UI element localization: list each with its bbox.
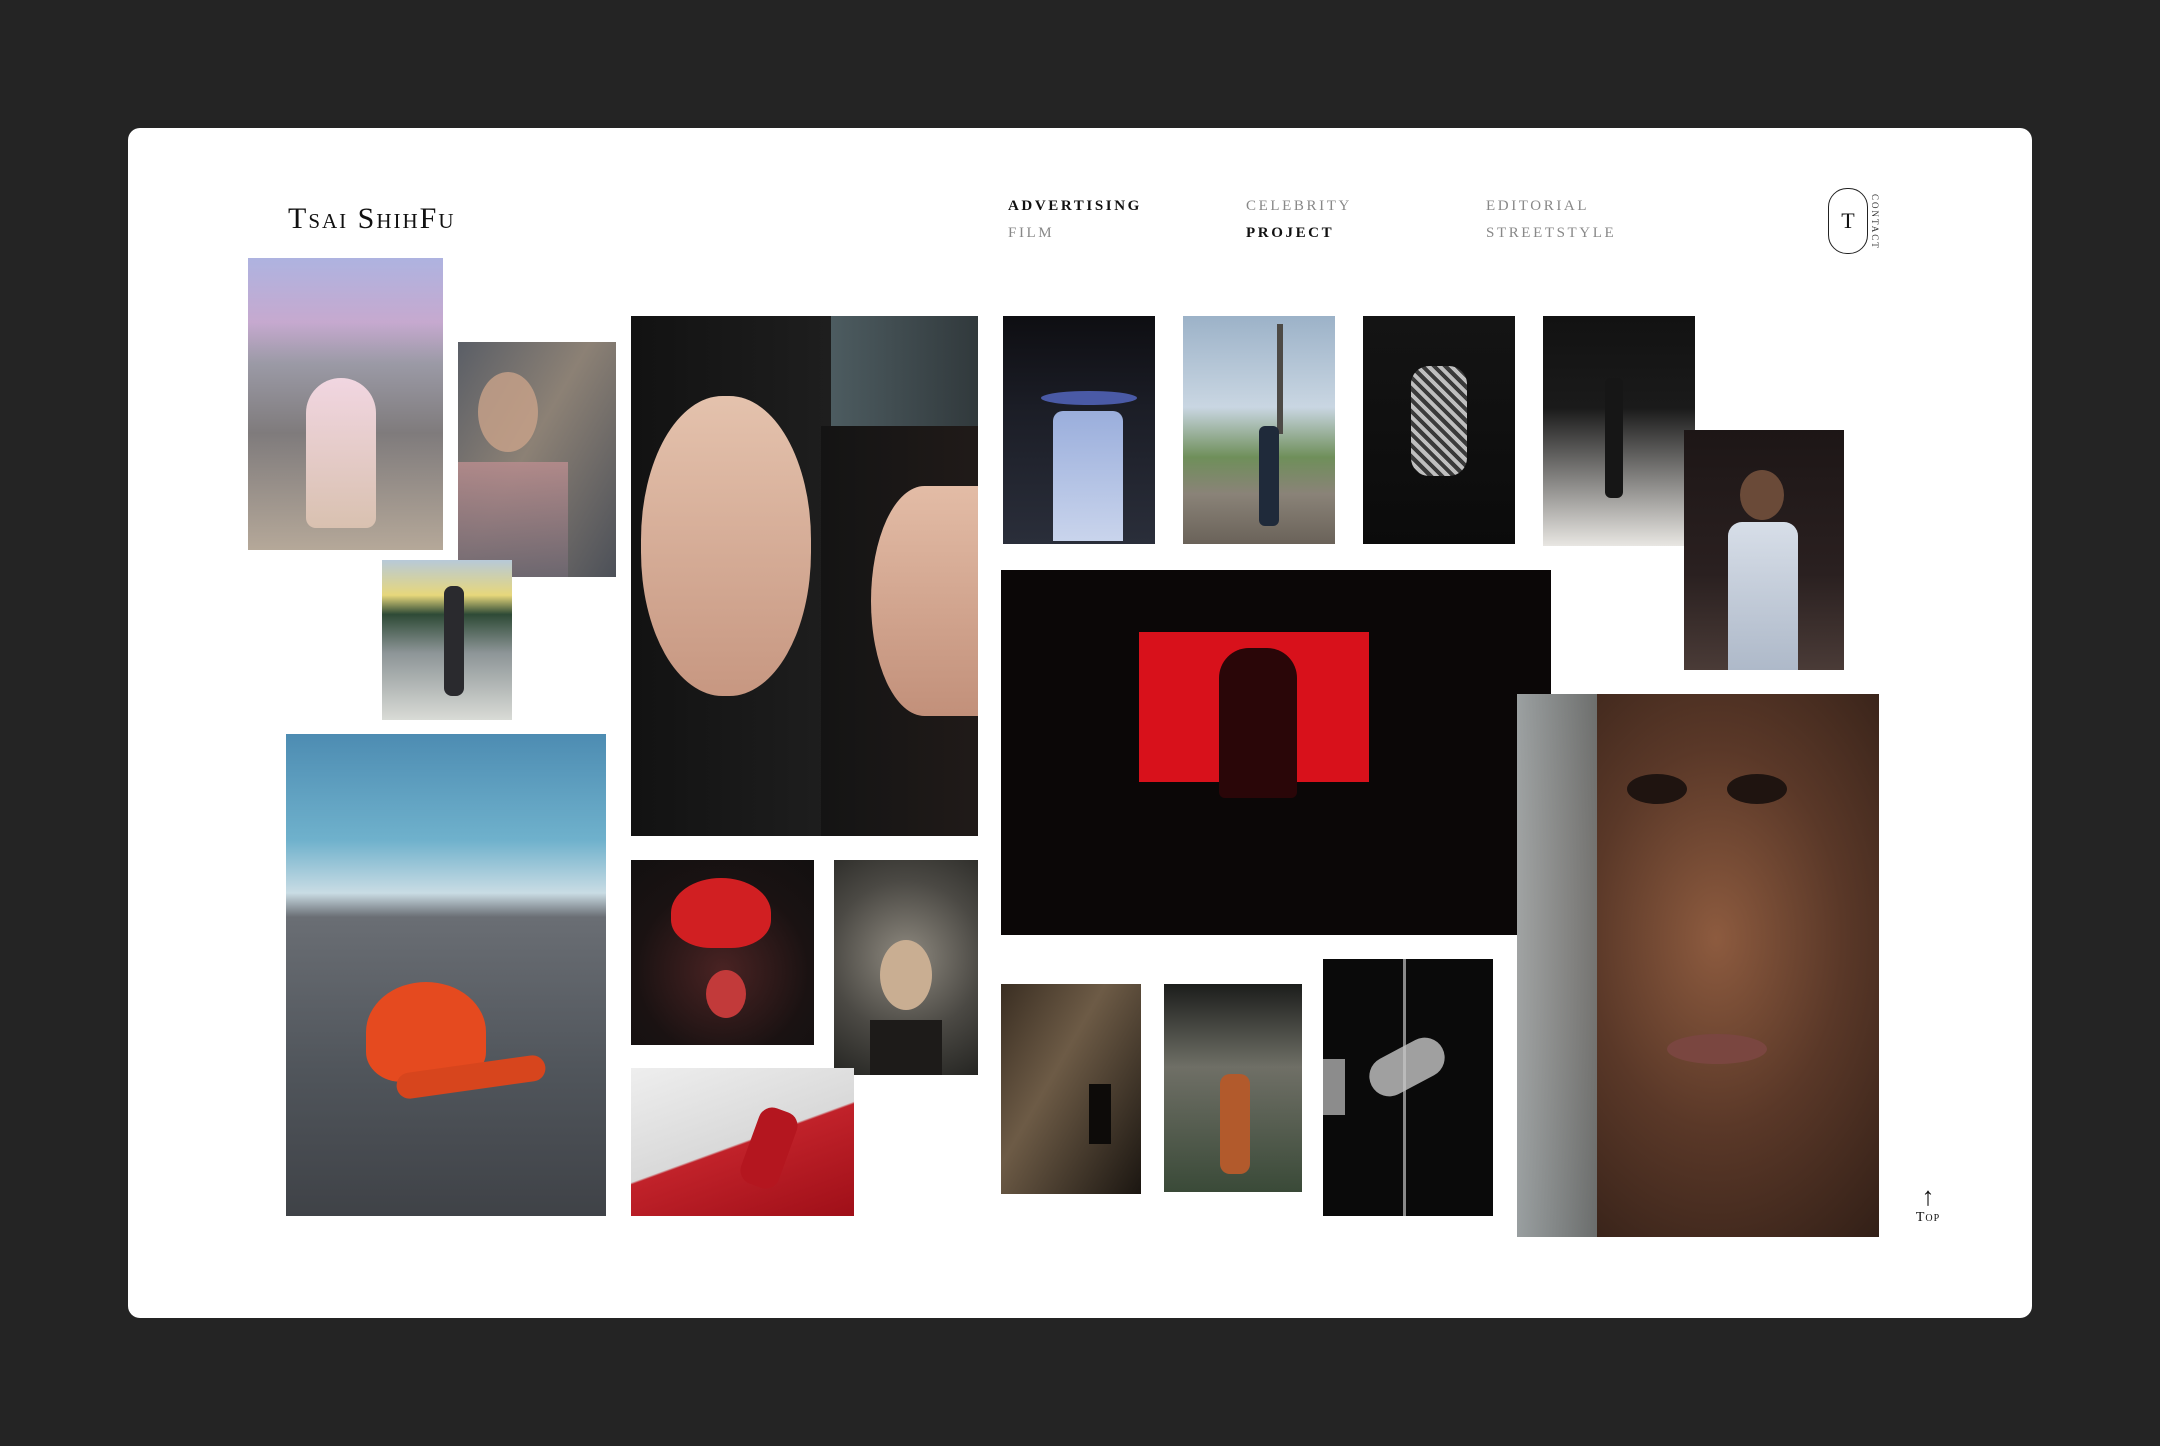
photo-woman-in-smoke[interactable] [834, 860, 978, 1075]
nav-film[interactable]: FILM [1008, 225, 1054, 242]
photo-eiffel-tower-bridge[interactable] [1183, 316, 1335, 544]
back-to-top-label: Top [1915, 1210, 1941, 1225]
portfolio-card: Tsai ShihFu ADVERTISING FILM CELEBRITY P… [128, 128, 2032, 1318]
photo-pole-dancer[interactable] [1323, 959, 1493, 1216]
arrow-up-icon: ↑ [1921, 1182, 1935, 1211]
photo-stone-wall-shadow[interactable] [1001, 984, 1141, 1194]
nav-celebrity[interactable]: CELEBRITY [1246, 198, 1352, 215]
nav-editorial[interactable]: EDITORIAL [1486, 198, 1589, 215]
menu-badge-icon[interactable]: T [1828, 188, 1868, 254]
photo-runway-catwalk[interactable] [1543, 316, 1695, 546]
nav-advertising[interactable]: ADVERTISING [1008, 198, 1142, 215]
photo-runway-white-tank[interactable] [1684, 430, 1844, 670]
photo-album-cover-red[interactable] [631, 860, 814, 1045]
photo-red-dancer-blur[interactable] [631, 1068, 854, 1216]
photo-closeup-face[interactable] [1517, 694, 1879, 1237]
contact-link[interactable]: CONTACT [1870, 194, 1880, 250]
back-to-top-button[interactable]: ↑ Top [1908, 1184, 1948, 1226]
photo-beach-girl-pink[interactable] [248, 258, 443, 550]
photo-two-women-portrait[interactable] [631, 316, 978, 836]
nav-project[interactable]: PROJECT [1246, 225, 1334, 242]
photo-orange-coat-courtyard[interactable] [1164, 984, 1302, 1192]
photo-woman-profile-floral[interactable] [458, 342, 616, 577]
photo-runway-hat-look[interactable] [1003, 316, 1155, 544]
photo-red-dress-beach[interactable] [286, 734, 606, 1216]
site-logo[interactable]: Tsai ShihFu [288, 202, 456, 236]
photo-street-style-walk[interactable] [382, 560, 512, 720]
photo-sequin-dress[interactable] [1363, 316, 1515, 544]
nav-streetstyle[interactable]: STREETSTYLE [1486, 225, 1616, 242]
photo-red-screen-figure[interactable] [1001, 570, 1551, 935]
